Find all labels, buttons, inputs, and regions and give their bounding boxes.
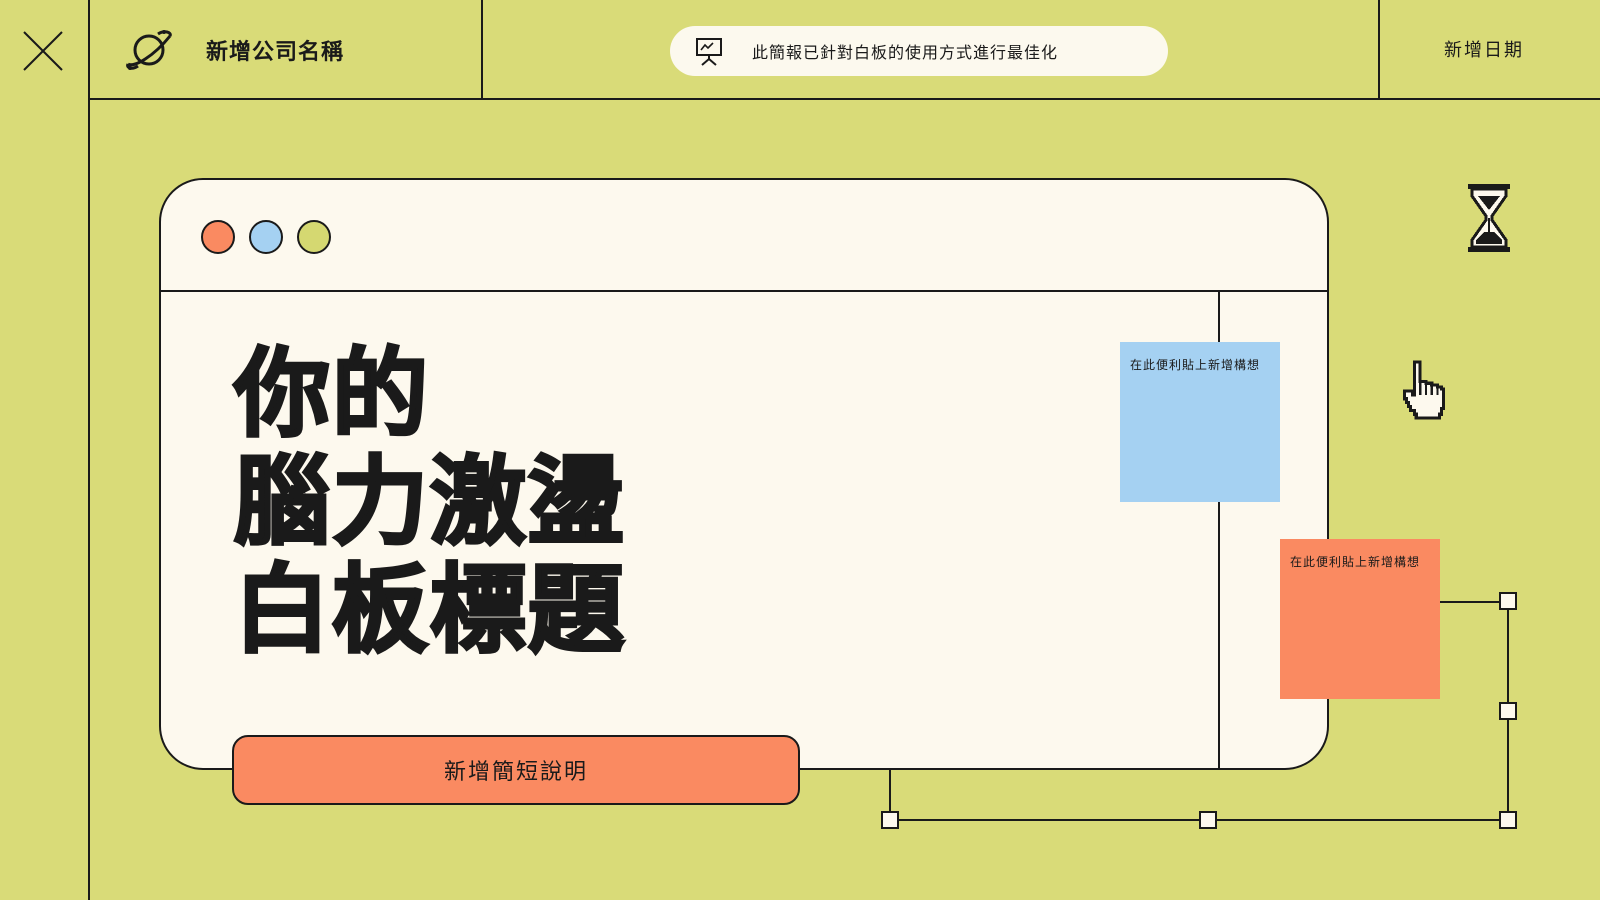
date-label: 新增日期: [1444, 40, 1524, 61]
description-button[interactable]: 新增簡短說明: [232, 735, 800, 805]
frame-header-divider-1: [481, 0, 483, 99]
selection-handle-middle-right[interactable]: [1499, 702, 1517, 720]
frame-header-line: [88, 98, 1600, 100]
title-line-3: 白板標題: [233, 554, 626, 666]
notice-text: 此簡報已針對白板的使用方式進行最佳化: [752, 43, 1059, 62]
selection-handle-bottom-left[interactable]: [881, 811, 899, 829]
title-line-1: 你的: [233, 338, 430, 450]
sticky-note-orange[interactable]: 在此便利貼上新增構想: [1280, 539, 1440, 699]
window-dot-red: [201, 220, 235, 254]
pointer-hand-icon: [1403, 360, 1445, 420]
selection-handle-top-right[interactable]: [1499, 592, 1517, 610]
window-title-bar: [161, 180, 1327, 292]
presentation-board-icon: [696, 38, 722, 66]
window-dot-blue: [249, 220, 283, 254]
title-line-2: 腦力激盪: [233, 446, 626, 558]
hourglass-icon: [1468, 184, 1510, 252]
selection-handle-bottom-middle[interactable]: [1199, 811, 1217, 829]
close-icon[interactable]: [22, 30, 64, 72]
window-dot-green: [297, 220, 331, 254]
sticky-note-blue[interactable]: 在此便利貼上新增構想: [1120, 342, 1280, 502]
page-title: 你的 腦力激盪 白板標題: [233, 338, 626, 666]
company-name: 新增公司名稱: [206, 40, 345, 65]
planet-logo-icon: [126, 30, 172, 70]
optimization-notice: 此簡報已針對白板的使用方式進行最佳化: [670, 26, 1168, 76]
frame-header-divider-2: [1378, 0, 1380, 99]
selection-handle-bottom-right[interactable]: [1499, 811, 1517, 829]
frame-left-line: [88, 0, 90, 900]
